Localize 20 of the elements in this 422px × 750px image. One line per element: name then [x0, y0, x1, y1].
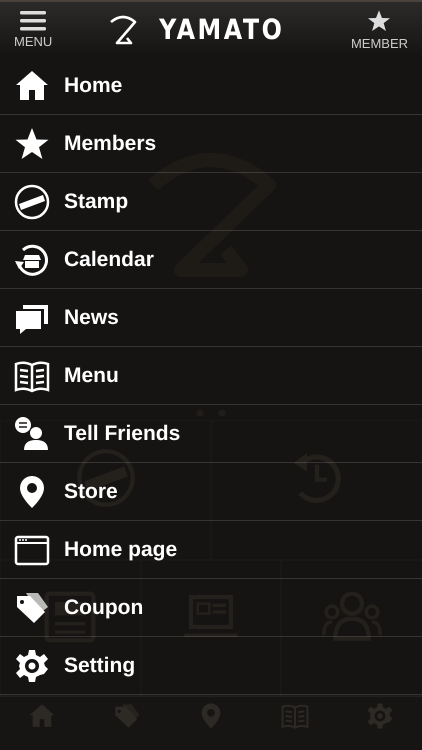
menu-item[interactable]: Stamp [0, 173, 422, 231]
star-icon [14, 126, 50, 162]
menu-item[interactable]: News [0, 289, 422, 347]
logo-text: YAMATO [158, 13, 284, 46]
logo-icon [108, 12, 138, 46]
menu-item[interactable]: Coupon [0, 579, 422, 637]
stamp-icon [14, 184, 50, 220]
menu-item[interactable]: Menu [0, 347, 422, 405]
menu-item[interactable]: Home [0, 57, 422, 115]
menu-icon [20, 10, 46, 30]
menu-item[interactable]: Setting [0, 637, 422, 695]
star-icon [367, 8, 392, 32]
menu-item[interactable]: Store [0, 463, 422, 521]
menu-button[interactable]: MENU [6, 6, 60, 52]
menu-item[interactable]: Home page [0, 521, 422, 579]
menu-item[interactable]: Tell Friends [0, 405, 422, 463]
menu-item[interactable]: Members [0, 115, 422, 173]
menu-item[interactable]: Calendar [0, 231, 422, 289]
settings-icon [14, 648, 50, 684]
member-button[interactable]: MEMBER [342, 4, 416, 54]
